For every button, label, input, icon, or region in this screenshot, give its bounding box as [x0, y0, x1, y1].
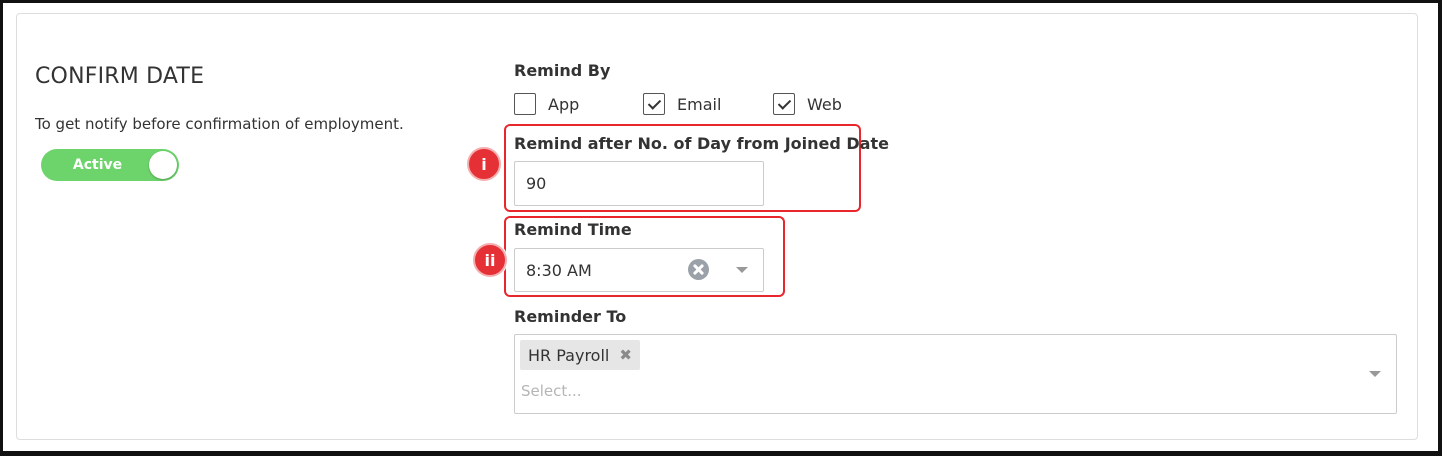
status-toggle[interactable]: Active — [41, 149, 179, 181]
remind-after-label: Remind after No. of Day from Joined Date — [514, 134, 889, 153]
section-description: To get notify before confirmation of emp… — [35, 115, 404, 133]
tag-label: HR Payroll — [528, 345, 610, 365]
remind-time-select[interactable]: 8:30 AM — [514, 248, 764, 292]
checkbox-app-box[interactable] — [514, 93, 536, 115]
reminder-to-label: Reminder To — [514, 307, 627, 326]
toggle-label: Active — [72, 157, 123, 173]
tag-remove-icon[interactable]: ✖ — [619, 346, 632, 364]
checkbox-email[interactable]: Email — [643, 93, 721, 115]
annotation-marker-ii: ii — [473, 243, 507, 277]
reminder-to-chevron-down-icon[interactable] — [1369, 371, 1381, 377]
remind-time-label: Remind Time — [514, 220, 632, 239]
section-title: CONFIRM DATE — [35, 64, 205, 89]
checkbox-email-label: Email — [677, 94, 722, 114]
reminder-to-tag: HR Payroll ✖ — [520, 340, 640, 370]
remind-by-label: Remind By — [514, 61, 611, 80]
toggle-knob — [149, 151, 177, 179]
checkbox-email-box[interactable] — [643, 93, 665, 115]
checkbox-app-label: App — [548, 94, 580, 114]
remind-after-value: 90 — [526, 174, 547, 193]
clear-circle-icon[interactable] — [688, 259, 709, 280]
annotation-marker-i: i — [467, 147, 501, 181]
checkbox-web-label: Web — [807, 94, 842, 114]
remind-after-input[interactable]: 90 — [514, 161, 764, 206]
reminder-to-placeholder[interactable]: Select... — [521, 382, 582, 400]
remind-time-value: 8:30 AM — [526, 260, 592, 280]
checkbox-web[interactable]: Web — [773, 93, 842, 115]
checkbox-app[interactable]: App — [514, 93, 579, 115]
reminder-to-multiselect[interactable] — [514, 334, 1397, 414]
remind-time-chevron-down-icon[interactable] — [736, 267, 748, 273]
checkbox-web-box[interactable] — [773, 93, 795, 115]
